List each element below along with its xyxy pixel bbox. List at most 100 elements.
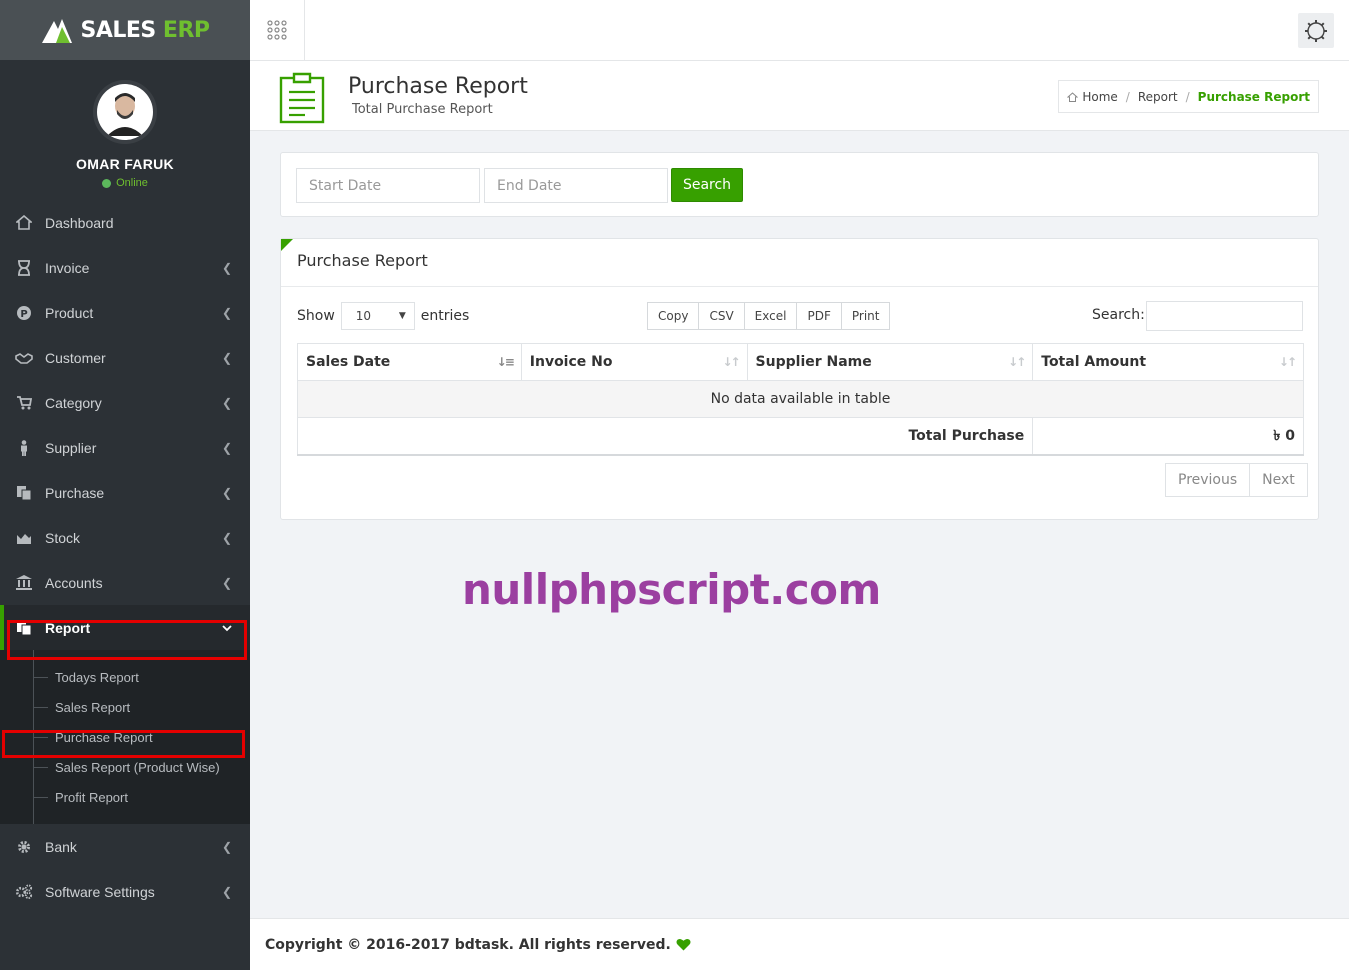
table-search-input[interactable] — [1146, 301, 1303, 331]
csv-button[interactable]: CSV — [698, 302, 745, 330]
bank-icon — [15, 575, 33, 591]
sidebar-item-purchase[interactable]: Purchase ❮ — [0, 470, 250, 515]
sidebar-item-stock[interactable]: Stock ❮ — [0, 515, 250, 560]
sidebar-item-customer[interactable]: Customer ❮ — [0, 335, 250, 380]
sidebar-item-bank[interactable]: Bank ❮ — [0, 824, 250, 869]
empty-table-row: No data available in table — [297, 380, 1304, 418]
end-date-input[interactable]: End Date — [484, 168, 668, 203]
sidebar-item-software-settings[interactable]: Software Settings ❮ — [0, 869, 250, 914]
home-icon — [1067, 91, 1079, 102]
sidebar-item-category[interactable]: Category ❮ — [0, 380, 250, 425]
sidebar-item-dashboard[interactable]: Dashboard — [0, 200, 250, 245]
sort-icon: ↓↑ — [722, 355, 740, 369]
total-purchase-label: Total Purchase — [296, 417, 1034, 456]
pagination: Previous Next — [1165, 463, 1308, 497]
settings-gear-icon — [1305, 19, 1327, 42]
total-row: Total Purchase ৳ 0 — [296, 417, 1304, 456]
sidebar: SALES ERP OMAR FARUK Online Dashboard In… — [0, 0, 250, 970]
breadcrumb-current: Purchase Report — [1197, 89, 1310, 104]
chevron-left-icon: ❮ — [221, 440, 232, 455]
print-button[interactable]: Print — [840, 302, 891, 330]
user-photo-icon — [107, 93, 143, 136]
home-icon — [15, 215, 33, 231]
gear-icon — [15, 839, 33, 855]
entries-select[interactable]: 10 ▼ — [340, 302, 415, 330]
sidebar-item-invoice[interactable]: Invoice ❮ — [0, 245, 250, 290]
select-caret-icon: ▼ — [398, 311, 406, 321]
panel-title: Purchase Report — [281, 239, 1318, 287]
start-date-input[interactable]: Start Date — [296, 168, 480, 203]
submenu-item-profit-report[interactable]: Profit Report — [0, 782, 250, 812]
user-status: Online — [102, 177, 148, 189]
chevron-down-icon — [222, 621, 232, 635]
chevron-left-icon: ❮ — [221, 575, 232, 590]
column-header-sales-date[interactable]: Sales Date ↓≡ — [297, 343, 522, 381]
pdf-button[interactable]: PDF — [796, 302, 842, 330]
table-search-label: Search: — [1092, 307, 1145, 323]
sort-icon: ↓↑ — [1278, 355, 1297, 369]
gears-icon — [15, 884, 33, 900]
online-dot-icon — [102, 178, 112, 188]
cart-icon — [15, 395, 33, 411]
brand-name: SALES ERP — [80, 17, 210, 43]
chevron-left-icon: ❮ — [221, 485, 232, 500]
page-subtitle: Total Purchase Report — [352, 102, 493, 117]
show-label: Show — [297, 308, 335, 324]
sidebar-item-product[interactable]: P Product ❮ — [0, 290, 250, 335]
excel-button[interactable]: Excel — [743, 302, 798, 330]
purchase-table: Sales Date ↓≡ Invoice No ↓↑ Supplier Name ↓… — [296, 343, 1304, 456]
product-icon: P — [15, 305, 33, 321]
table-header-row: Sales Date ↓≡ Invoice No ↓↑ Supplier Name ↓… — [297, 343, 1304, 381]
panel-corner-accent — [281, 239, 293, 251]
footer: Copyright © 2016-2017 bdtask. All rights… — [250, 918, 1349, 970]
submenu-item-purchase-report[interactable]: Purchase Report — [0, 722, 250, 752]
chevron-left-icon: ❮ — [221, 395, 232, 410]
total-purchase-value: ৳ 0 — [1032, 417, 1304, 456]
chevron-left-icon: ❮ — [221, 884, 232, 899]
clipboard-icon — [279, 72, 325, 124]
report-submenu: Todays Report Sales Report Purchase Repo… — [0, 650, 250, 824]
purchase-report-panel: Purchase Report Show 10 ▼ entries Copy C… — [280, 238, 1319, 520]
svg-text:P: P — [20, 309, 27, 320]
date-filter-panel: Start Date End Date Search — [280, 152, 1319, 217]
sidebar-item-accounts[interactable]: Accounts ❮ — [0, 560, 250, 605]
settings-button[interactable] — [1298, 13, 1334, 48]
chevron-left-icon: ❮ — [221, 350, 232, 365]
heart-icon — [676, 938, 691, 951]
breadcrumb-separator: / — [1185, 89, 1190, 104]
submenu-item-sales-report-product-wise[interactable]: Sales Report (Product Wise) — [0, 752, 250, 782]
watermark-text: nullphpscript.com — [462, 565, 881, 614]
chevron-left-icon: ❮ — [221, 305, 232, 320]
apps-grid-icon — [267, 20, 287, 40]
column-header-total-amount[interactable]: Total Amount ↓↑ — [1032, 343, 1304, 381]
submenu-item-sales-report[interactable]: Sales Report — [0, 692, 250, 722]
user-name: OMAR FARUK — [76, 156, 174, 172]
menu-toggle-button[interactable] — [250, 0, 305, 60]
user-panel: OMAR FARUK Online — [0, 60, 250, 200]
sidebar-item-report[interactable]: Report — [0, 605, 250, 650]
column-header-invoice-no[interactable]: Invoice No ↓↑ — [520, 343, 748, 381]
hourglass-icon — [15, 259, 33, 276]
sort-icon: ↓↑ — [1008, 355, 1026, 369]
export-buttons: Copy CSV Excel PDF Print — [647, 302, 891, 330]
page-title: Purchase Report — [348, 74, 528, 99]
handshake-icon — [15, 350, 33, 366]
sidebar-item-supplier[interactable]: Supplier ❮ — [0, 425, 250, 470]
next-page-button[interactable]: Next — [1249, 463, 1308, 497]
search-button[interactable]: Search — [671, 168, 743, 202]
chart-icon — [15, 530, 33, 546]
documents-icon — [15, 485, 33, 501]
sort-asc-icon: ↓≡ — [496, 355, 515, 369]
entries-length-control: Show 10 ▼ entries — [297, 302, 469, 330]
breadcrumb-report[interactable]: Report — [1138, 90, 1178, 104]
logo[interactable]: SALES ERP — [0, 0, 250, 60]
chevron-left-icon: ❮ — [221, 530, 232, 545]
previous-page-button[interactable]: Previous — [1165, 463, 1251, 497]
submenu-item-todays-report[interactable]: Todays Report — [0, 662, 250, 692]
sidebar-menu: Dashboard Invoice ❮ P Product ❮ Customer… — [0, 200, 250, 650]
content-header: Purchase Report Total Purchase Report Ho… — [250, 61, 1349, 131]
column-header-supplier-name[interactable]: Supplier Name ↓↑ — [746, 343, 1034, 381]
copy-button[interactable]: Copy — [647, 302, 700, 330]
sidebar-menu-lower: Bank ❮ Software Settings ❮ — [0, 824, 250, 914]
breadcrumb-home[interactable]: Home — [1067, 90, 1118, 104]
